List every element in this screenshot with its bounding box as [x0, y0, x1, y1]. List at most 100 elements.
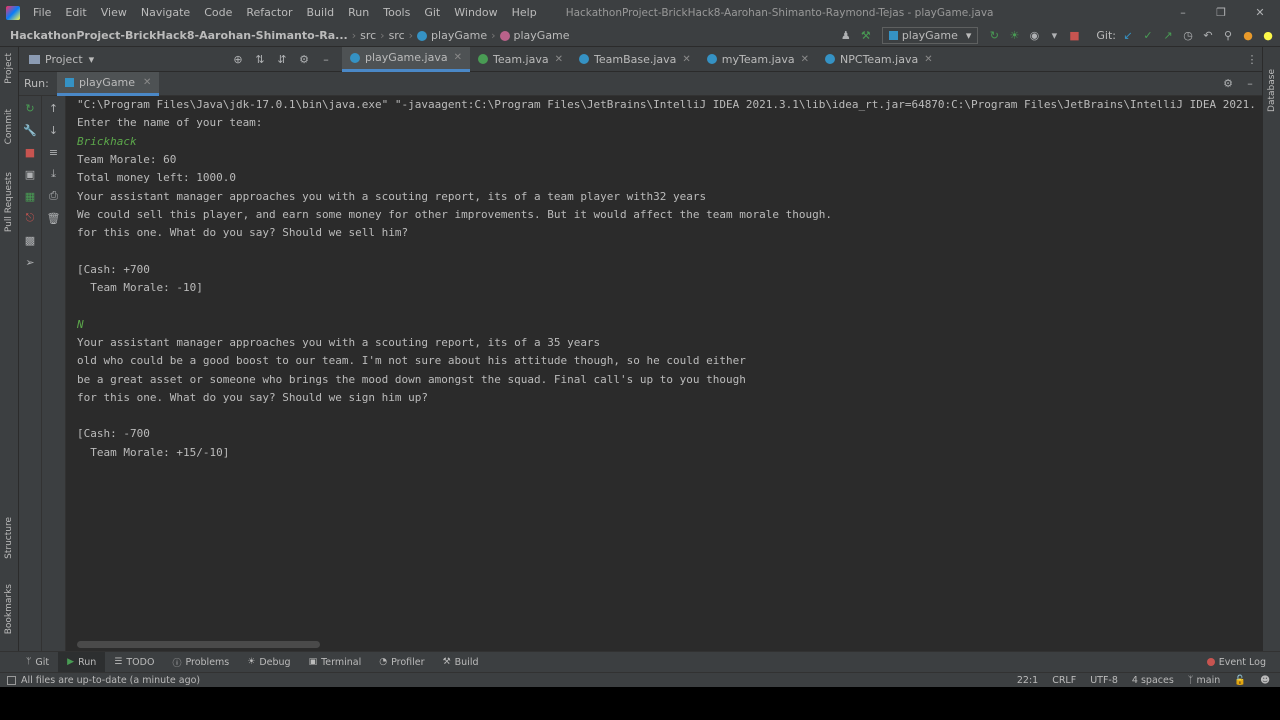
- horizontal-scrollbar[interactable]: [77, 641, 320, 648]
- bottom-tool-terminal[interactable]: ▣ Terminal: [300, 657, 371, 668]
- close-tab-icon[interactable]: ✕: [682, 54, 690, 65]
- more-run-icon[interactable]: ▾: [1046, 28, 1062, 44]
- java-class-icon: [477, 54, 488, 64]
- run-tab[interactable]: playGame ✕: [57, 71, 160, 96]
- arrow-down-icon[interactable]: ↓: [46, 122, 62, 138]
- caret-position[interactable]: 22:1: [1017, 675, 1038, 686]
- minimize-icon[interactable]: –: [1164, 5, 1202, 21]
- editor-tab-npcteam[interactable]: NPCTeam.java ✕: [817, 47, 941, 72]
- status-message[interactable]: All files are up-to-date (a minute ago): [21, 675, 200, 686]
- stop-icon[interactable]: ■: [22, 144, 38, 160]
- menu-view[interactable]: View: [94, 6, 134, 19]
- coverage-icon[interactable]: ◉: [1026, 28, 1042, 44]
- more-tabs-icon[interactable]: ⋮: [1244, 51, 1260, 67]
- breadcrumb-method[interactable]: playGame: [514, 29, 570, 42]
- debug-icon[interactable]: ☀: [1006, 28, 1022, 44]
- search-icon[interactable]: ⚲: [1220, 28, 1236, 44]
- bottom-tool-profiler[interactable]: ◔ Profiler: [370, 657, 433, 668]
- close-tab-icon[interactable]: ✕: [801, 54, 809, 65]
- side-database-label[interactable]: Database: [1267, 69, 1277, 112]
- editor-tab-team[interactable]: Team.java ✕: [470, 47, 571, 72]
- user-icon[interactable]: ♟: [838, 28, 854, 44]
- indent-setting[interactable]: 4 spaces: [1132, 675, 1174, 686]
- status-square-icon[interactable]: [7, 675, 16, 685]
- menu-tools[interactable]: Tools: [376, 6, 417, 19]
- bottom-tool-run[interactable]: ▶ Run: [58, 651, 106, 673]
- menu-refactor[interactable]: Refactor: [239, 6, 299, 19]
- hide-icon[interactable]: –: [318, 51, 334, 67]
- print-icon[interactable]: ⎙: [46, 188, 62, 204]
- rerun-icon[interactable]: ↻: [986, 28, 1002, 44]
- restore-layout-icon[interactable]: ▦: [22, 188, 38, 204]
- run-settings-icon[interactable]: ⚙: [1220, 76, 1236, 92]
- editor-tab-myteam[interactable]: myTeam.java ✕: [699, 47, 817, 72]
- breadcrumb-class[interactable]: playGame: [431, 29, 487, 42]
- project-panel-header: Project ▾ ⊕ ⇅ ⇵ ⚙ –: [19, 51, 342, 67]
- menu-git[interactable]: Git: [417, 6, 447, 19]
- bottom-tool-debug[interactable]: ☀ Debug: [238, 657, 299, 668]
- wrench-icon[interactable]: 🔧: [22, 122, 38, 138]
- close-icon[interactable]: ✕: [1240, 5, 1280, 21]
- side-structure-label[interactable]: Structure: [4, 517, 14, 559]
- side-bookmarks-label[interactable]: Bookmarks: [4, 584, 14, 634]
- arrow-up-icon[interactable]: ↑: [46, 100, 62, 116]
- run-console[interactable]: "C:\Program Files\Java\jdk-17.0.1\bin\ja…: [66, 96, 1262, 651]
- menu-run[interactable]: Run: [341, 6, 376, 19]
- editor-tab-playgame[interactable]: playGame.java ✕: [342, 46, 470, 72]
- breadcrumb-project[interactable]: HackathonProject-BrickHack8-Aarohan-Shim…: [10, 29, 348, 42]
- git-push-icon[interactable]: ↗: [1160, 28, 1176, 44]
- close-tab-icon[interactable]: ✕: [555, 54, 563, 65]
- revert-icon[interactable]: ↶: [1200, 28, 1216, 44]
- bottom-tool-problems[interactable]: ⓘ Problems: [163, 656, 238, 669]
- locate-icon[interactable]: ⊕: [230, 51, 246, 67]
- run-hide-icon[interactable]: –: [1242, 76, 1258, 92]
- expand-all-icon[interactable]: ⇅: [252, 51, 268, 67]
- bottom-tool-git[interactable]: ᛘ Git: [17, 657, 58, 668]
- collapse-all-icon[interactable]: ⇵: [274, 51, 290, 67]
- breadcrumb-src-2[interactable]: src: [389, 29, 405, 42]
- close-tab-icon[interactable]: ✕: [924, 54, 932, 65]
- gear-icon[interactable]: ⚙: [296, 51, 312, 67]
- menu-code[interactable]: Code: [197, 6, 239, 19]
- scroll-to-end-icon[interactable]: ⤓: [46, 166, 62, 182]
- bottom-tool-build[interactable]: ⚒ Build: [434, 657, 488, 668]
- event-log-button[interactable]: Event Log: [1206, 657, 1280, 668]
- jetbrains-logo-icon[interactable]: ●: [1260, 28, 1276, 44]
- breadcrumb-src[interactable]: src: [360, 29, 376, 42]
- menu-window[interactable]: Window: [447, 6, 504, 19]
- close-tab-icon[interactable]: ✕: [454, 52, 462, 63]
- side-pull-requests-label[interactable]: Pull Requests: [4, 172, 14, 232]
- lock-icon[interactable]: 🔓: [1234, 675, 1246, 686]
- rerun-icon[interactable]: ↻: [22, 100, 38, 116]
- line-separator[interactable]: CRLF: [1052, 675, 1076, 686]
- soft-wrap-icon[interactable]: ≡: [46, 144, 62, 160]
- git-commit-icon[interactable]: ✓: [1140, 28, 1156, 44]
- right-tool-strip: Database: [1262, 47, 1280, 651]
- git-update-icon[interactable]: ↙: [1120, 28, 1136, 44]
- close-run-tab-icon[interactable]: ✕: [143, 77, 151, 88]
- git-branch[interactable]: ᛉ main: [1188, 675, 1220, 686]
- hammer-icon[interactable]: ⚒: [858, 28, 874, 44]
- restore-icon[interactable]: ❐: [1202, 5, 1240, 21]
- exit-icon[interactable]: ⎋: [22, 210, 38, 226]
- inspector-icon[interactable]: ☻: [1260, 675, 1270, 686]
- layout-icon[interactable]: ▩: [22, 232, 38, 248]
- menu-edit[interactable]: Edit: [58, 6, 93, 19]
- side-project-label[interactable]: Project: [4, 53, 14, 84]
- project-panel-label[interactable]: Project: [45, 53, 83, 66]
- pin-icon[interactable]: ➢: [22, 254, 38, 270]
- menu-file[interactable]: File: [26, 6, 58, 19]
- bottom-tool-todo[interactable]: ☰ TODO: [105, 657, 163, 668]
- camera-icon[interactable]: ▣: [22, 166, 38, 182]
- menu-help[interactable]: Help: [505, 6, 544, 19]
- run-config-select[interactable]: playGame ▾: [881, 27, 979, 44]
- menu-build[interactable]: Build: [300, 6, 342, 19]
- history-icon[interactable]: ◷: [1180, 28, 1196, 44]
- trash-icon[interactable]: 🗑: [46, 210, 62, 226]
- stop-icon[interactable]: ■: [1066, 28, 1082, 44]
- file-encoding[interactable]: UTF-8: [1090, 675, 1118, 686]
- side-commit-label[interactable]: Commit: [4, 109, 14, 144]
- update-icon[interactable]: ●: [1240, 28, 1256, 44]
- menu-navigate[interactable]: Navigate: [134, 6, 197, 19]
- editor-tab-teambase[interactable]: TeamBase.java ✕: [571, 47, 699, 72]
